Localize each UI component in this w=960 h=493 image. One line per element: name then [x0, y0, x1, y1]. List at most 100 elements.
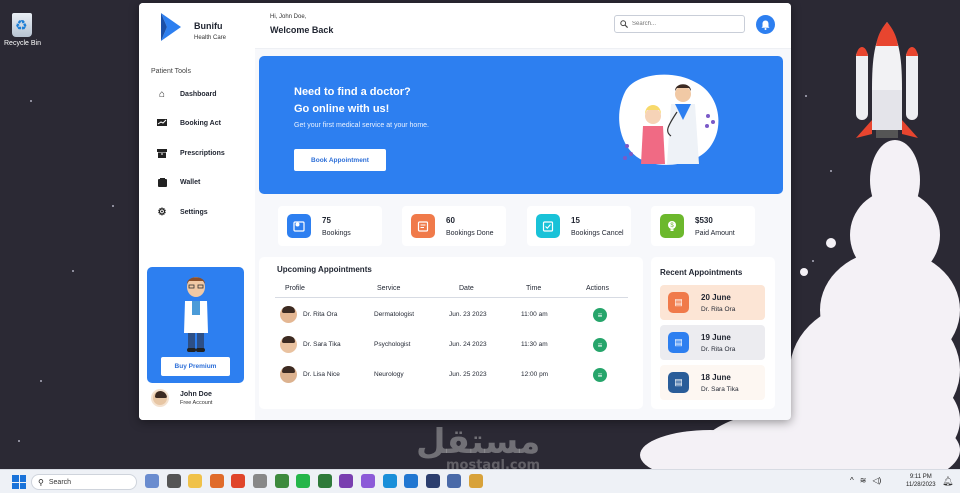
app-icon[interactable] — [209, 474, 224, 488]
column-header: Service — [377, 285, 401, 292]
table-row[interactable]: Dr. Sara Tika Psychologist Jun. 24 2023 … — [275, 334, 628, 356]
time: 11:30 am — [521, 341, 548, 348]
sidebar-item-dashboard[interactable]: ⌂ Dashboard — [157, 87, 217, 101]
search-input[interactable] — [632, 21, 732, 27]
panel-title: Upcoming Appointments — [277, 265, 372, 274]
speaker-icon[interactable]: ◁) — [872, 476, 881, 485]
table-header: Profile Service Date Time Actions — [275, 285, 628, 298]
sidebar-item-settings[interactable]: ⚙ Settings — [157, 205, 208, 219]
recent-appointment-card[interactable]: ▤ 20 June Dr. Rita Ora — [660, 285, 765, 320]
search-icon: ⚲ — [38, 477, 44, 487]
bunifu-logo-icon — [161, 13, 181, 41]
time: 12:00 pm — [521, 371, 549, 378]
view-details-icon[interactable]: ≡ — [593, 308, 607, 322]
buy-premium-button[interactable]: Buy Premium — [161, 357, 230, 376]
view-details-icon[interactable]: ≡ — [593, 338, 607, 352]
column-header: Profile — [285, 285, 305, 292]
vscode-icon[interactable] — [404, 474, 419, 488]
avatar — [280, 306, 297, 323]
app-icon[interactable] — [252, 474, 267, 488]
taskbar-apps — [145, 474, 491, 488]
windows-start-icon[interactable] — [12, 475, 26, 489]
sidebar-item-label: Wallet — [180, 178, 201, 186]
chevron-up-icon[interactable]: ^ — [850, 476, 854, 485]
avatar — [280, 366, 297, 383]
edge-icon[interactable] — [382, 474, 397, 488]
clock-time: 9:11 PM — [909, 474, 932, 480]
search-icon — [620, 20, 628, 28]
watermark-text: مستقل — [416, 422, 541, 462]
app-icon[interactable] — [339, 474, 354, 488]
stat-card-paid-amount[interactable]: $ $530 Paid Amount — [651, 206, 755, 246]
user-profile[interactable]: John Doe Free Account — [151, 389, 212, 407]
brand-tagline: Health Care — [194, 35, 227, 41]
table-row[interactable]: Dr. Lisa Nice Neurology Jun. 25 2023 12:… — [275, 364, 628, 386]
hero-title: Need to find a doctor? Go online with us… — [294, 84, 411, 118]
taskbar-search-label: Search — [48, 478, 72, 486]
service: Psychologist — [374, 341, 411, 348]
recycle-bin[interactable]: Recycle Bin — [4, 13, 41, 47]
taskbar: ⚲ Search ^ ≋ ◁) 9:11 PM 11/28/2023 🔔︎ — [0, 469, 960, 493]
app-icon[interactable] — [274, 474, 289, 488]
column-header: Time — [526, 285, 542, 292]
avatar — [280, 336, 297, 353]
date: Jun. 24 2023 — [449, 341, 487, 348]
folder-icon[interactable] — [188, 474, 203, 488]
appointment-date: 18 June — [701, 373, 731, 382]
sidebar-item-booking-act[interactable]: Booking Act — [157, 116, 221, 130]
recent-appointment-card[interactable]: ▤ 19 June Dr. Rita Ora — [660, 325, 765, 360]
sidebar-item-label: Prescriptions — [180, 149, 225, 157]
column-header: Date — [459, 285, 474, 292]
doctor-avatar-illustration — [184, 277, 208, 352]
section-label: Patient Tools — [151, 68, 191, 75]
brand-name: Bunifu — [194, 21, 223, 31]
wallet-icon — [157, 177, 167, 187]
rocket-illustration — [856, 22, 918, 138]
system-clock[interactable]: 9:11 PM 11/28/2023 — [906, 473, 936, 489]
view-details-icon[interactable]: ≡ — [593, 368, 607, 382]
doctor-name: Dr. Lisa Nice — [303, 371, 340, 378]
doctor-name: Dr. Rita Ora — [701, 306, 736, 313]
panel-title: Recent Appointments — [660, 268, 743, 277]
stat-card-bookings-cancel[interactable]: 15 Bookings Cancel — [527, 206, 631, 246]
appointment-date: 19 June — [701, 333, 731, 342]
watermark: مستقل mostaql.com — [416, 422, 541, 469]
calendar-icon: ▤ — [668, 292, 689, 313]
stat-label: Bookings Cancel — [571, 230, 624, 237]
watermark-url: mostaql.com — [446, 458, 541, 469]
sidebar-item-wallet[interactable]: Wallet — [157, 175, 200, 189]
gear-icon: ⚙ — [157, 206, 167, 218]
app-icon[interactable] — [166, 474, 181, 488]
app-icon[interactable] — [145, 474, 159, 488]
search-box[interactable] — [614, 15, 745, 33]
recent-appointment-card[interactable]: ▤ 18 June Dr. Sara Tika — [660, 365, 765, 400]
bookings-done-icon — [411, 214, 435, 238]
stat-card-bookings[interactable]: 75 Bookings — [278, 206, 382, 246]
clock-date: 11/28/2023 — [906, 482, 936, 488]
sidebar-item-prescriptions[interactable]: Prescriptions — [157, 146, 225, 160]
notification-icon[interactable]: 🔔︎ — [942, 476, 953, 487]
app-icon[interactable] — [231, 474, 246, 488]
app-window: Bunifu Health Care Patient Tools ⌂ Dashb… — [139, 3, 791, 420]
table-row[interactable]: Dr. Rita Ora Dermatologist Jun. 23 2023 … — [275, 304, 628, 326]
app-icon[interactable] — [360, 474, 375, 488]
home-icon: ⌂ — [158, 88, 166, 100]
dollar-icon: $ — [660, 214, 684, 238]
service: Neurology — [374, 371, 404, 378]
whatsapp-icon[interactable] — [296, 474, 311, 488]
recycle-bin-label: Recycle Bin — [4, 40, 41, 47]
notification-bell-icon[interactable] — [756, 15, 775, 34]
book-appointment-button[interactable]: Book Appointment — [294, 149, 386, 171]
taskbar-search[interactable]: ⚲ Search — [31, 474, 137, 490]
stat-label: Bookings Done — [446, 230, 494, 237]
chart-icon — [157, 118, 167, 128]
wifi-icon[interactable]: ≋ — [860, 476, 867, 485]
doctor-name: Dr. Sara Tika — [303, 341, 341, 348]
stat-card-bookings-done[interactable]: 60 Bookings Done — [402, 206, 506, 246]
app-icon[interactable] — [317, 474, 332, 488]
app-icon[interactable] — [468, 474, 483, 488]
app-icon[interactable] — [425, 474, 440, 488]
gear-icon[interactable] — [447, 474, 462, 488]
sidebar-item-label: Dashboard — [180, 90, 217, 98]
brand: Bunifu Health Care — [194, 21, 226, 41]
